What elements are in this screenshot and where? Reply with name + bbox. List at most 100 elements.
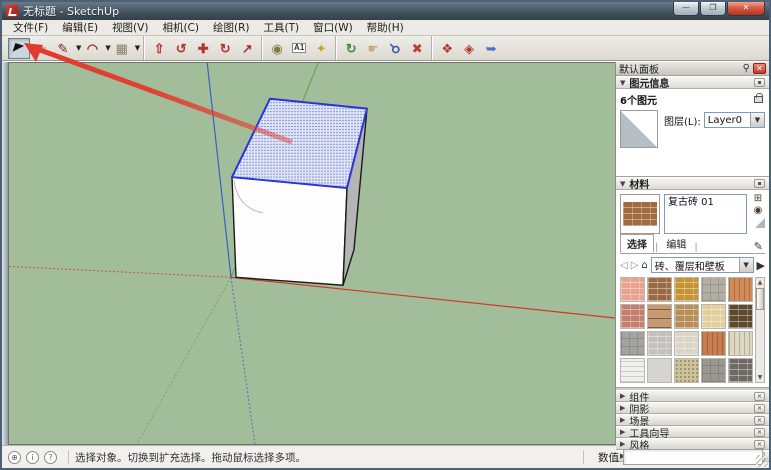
active-material-preview[interactable] <box>620 194 660 234</box>
scroll-up-icon[interactable]: ▲ <box>758 278 763 287</box>
material-swatch-13[interactable] <box>674 331 699 356</box>
lock-icon[interactable] <box>754 96 763 103</box>
material-swatch-5[interactable] <box>728 277 753 302</box>
menu-tools[interactable]: 工具(T) <box>256 19 306 36</box>
get-models-button[interactable]: ❖ <box>436 38 458 59</box>
help-icon[interactable]: ? <box>44 451 57 464</box>
set-default-material-icon[interactable]: ◉ <box>754 206 763 216</box>
material-swatch-19[interactable] <box>701 358 726 383</box>
sketchup-window: 无标题 - SketchUp — ❐ ✕ 文件(F)编辑(E)视图(V)相机(C… <box>0 0 771 470</box>
tape-measure-tool-button[interactable]: ◉ <box>266 38 288 59</box>
material-swatch-17[interactable] <box>647 358 672 383</box>
select-tool-button[interactable]: ◤ <box>8 38 30 59</box>
rectangle-tool-button[interactable]: ▦ <box>111 38 133 59</box>
material-swatch-3[interactable] <box>674 277 699 302</box>
material-swatch-4[interactable] <box>701 277 726 302</box>
menu-draw[interactable]: 绘图(R) <box>206 19 257 36</box>
materials-title: 材料 <box>629 176 754 191</box>
geolocation-icon[interactable]: ⊕ <box>8 451 21 464</box>
rectangle-tool-dropdown-icon[interactable]: ▼ <box>135 44 140 52</box>
credits-icon[interactable]: i <box>26 451 39 464</box>
pan-tool-button[interactable]: ☛ <box>362 38 384 59</box>
panel-shadows-close-button[interactable]: ✕ <box>754 404 765 413</box>
share-model-button[interactable]: ◈ <box>458 38 480 59</box>
materials-scrollbar[interactable]: ▲ ▼ <box>755 277 765 383</box>
eyedropper-icon[interactable]: ✎ <box>754 240 765 253</box>
toolbar-group: ↻☛⚲✖ <box>337 36 432 60</box>
sample-paint-corner-icon <box>755 218 765 228</box>
material-swatch-6[interactable] <box>620 304 645 329</box>
pin-icon[interactable]: ⚲ <box>743 63 750 74</box>
material-swatch-18[interactable] <box>674 358 699 383</box>
eraser-tool-button[interactable]: ▰ <box>30 38 52 59</box>
menu-camera[interactable]: 相机(C) <box>155 19 206 36</box>
panel-instructor-close-button[interactable]: ✕ <box>754 428 765 437</box>
rotate-tool-button[interactable]: ↻ <box>214 38 236 59</box>
materials-minimize-button[interactable]: ▪ <box>754 179 765 188</box>
tray-close-icon[interactable]: ✕ <box>753 63 766 74</box>
entity-preview-thumbnail[interactable] <box>620 110 658 148</box>
blue-axis-positive <box>207 63 231 277</box>
cube-model[interactable] <box>232 99 367 286</box>
menu-help[interactable]: 帮助(H) <box>360 19 411 36</box>
move-tool-button[interactable]: ✚ <box>192 38 214 59</box>
material-swatch-15[interactable] <box>728 331 753 356</box>
panel-styles-close-button[interactable]: ✕ <box>754 440 765 449</box>
forward-icon[interactable]: ▷ <box>631 260 639 271</box>
entity-info-title: 图元信息 <box>629 75 754 90</box>
push-pull-tool-button[interactable]: ⇧ <box>148 38 170 59</box>
paint-bucket-tool-button[interactable]: ✦ <box>310 38 332 59</box>
line-tool-button[interactable]: ✎ <box>52 38 74 59</box>
material-swatch-2[interactable] <box>647 277 672 302</box>
chevron-down-icon: ▼ <box>750 113 764 127</box>
material-swatch-10[interactable] <box>728 304 753 329</box>
material-swatch-9[interactable] <box>701 304 726 329</box>
material-swatch-14[interactable] <box>701 331 726 356</box>
material-swatch-8[interactable] <box>674 304 699 329</box>
material-swatch-20[interactable] <box>728 358 753 383</box>
arc-tool-button[interactable]: ◠ <box>81 38 103 59</box>
menu-window[interactable]: 窗口(W) <box>306 19 360 36</box>
material-swatch-12[interactable] <box>647 331 672 356</box>
arc-tool-icon: ◠ <box>87 42 98 55</box>
material-name-field[interactable]: 复古砖 01 <box>664 194 747 234</box>
entity-info-minimize-button[interactable]: ▪ <box>754 78 765 87</box>
scale-tool-button[interactable]: ↗ <box>236 38 258 59</box>
material-swatch-11[interactable] <box>620 331 645 356</box>
panel-scenes-close-button[interactable]: ✕ <box>754 416 765 425</box>
maximize-button[interactable]: ❐ <box>700 2 726 16</box>
resize-grip[interactable] <box>756 455 768 467</box>
menu-view[interactable]: 视图(V) <box>105 19 155 36</box>
orbit-tool-button[interactable]: ↻ <box>340 38 362 59</box>
follow-me-tool-button[interactable]: ↺ <box>170 38 192 59</box>
measurements-input[interactable] <box>623 449 763 465</box>
material-swatch-7[interactable] <box>647 304 672 329</box>
export-model-button[interactable]: ➥ <box>480 38 502 59</box>
divider <box>583 450 584 464</box>
material-category-dropdown[interactable]: 砖、覆层和壁板 ▼ <box>651 257 754 273</box>
panel-components-close-button[interactable]: ✕ <box>754 392 765 401</box>
zoom-extents-tool-button[interactable]: ✖ <box>406 38 428 59</box>
zoom-tool-button[interactable]: ⚲ <box>384 38 406 59</box>
entity-info-header[interactable]: ▼ 图元信息 ▪ <box>616 76 769 89</box>
home-icon[interactable]: ⌂ <box>641 260 647 271</box>
layer-dropdown[interactable]: Layer0 ▼ <box>704 112 765 128</box>
minimize-button[interactable]: — <box>673 2 699 16</box>
material-swatch-16[interactable] <box>620 358 645 383</box>
tab-edit[interactable]: 编辑 <box>659 234 693 253</box>
menu-file[interactable]: 文件(F) <box>6 19 55 36</box>
material-swatch-1[interactable] <box>620 277 645 302</box>
chevron-down-icon: ▼ <box>620 180 625 188</box>
back-icon[interactable]: ◁ <box>620 260 628 271</box>
create-material-icon[interactable]: ⊞ <box>754 194 762 204</box>
text-tool-button[interactable]: A1 <box>288 38 310 59</box>
detail-arrow-icon[interactable]: ▶ <box>757 259 765 272</box>
menu-edit[interactable]: 编辑(E) <box>55 19 105 36</box>
model-viewport[interactable] <box>8 62 615 445</box>
materials-header[interactable]: ▼ 材料 ▪ <box>616 177 769 190</box>
close-button[interactable]: ✕ <box>727 2 765 16</box>
scrollbar-thumb[interactable] <box>756 288 764 310</box>
scroll-down-icon[interactable]: ▼ <box>758 373 763 382</box>
materials-tabs: 选择 | 编辑 | ✎ <box>620 238 765 254</box>
tab-select[interactable]: 选择 <box>620 234 654 253</box>
